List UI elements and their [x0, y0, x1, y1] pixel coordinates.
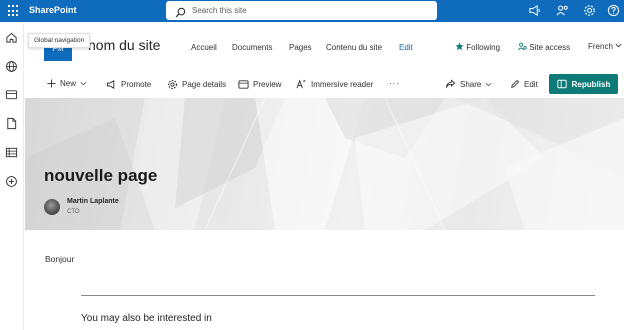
app-launcher-icon[interactable]: [8, 5, 20, 17]
people-settings-icon: [518, 42, 527, 51]
people-icon[interactable]: [556, 4, 570, 18]
new-label: New: [60, 79, 77, 88]
promote-button[interactable]: Promote: [106, 79, 151, 90]
suite-bar: SharePoint Search this site: [0, 0, 624, 22]
immersive-reader-button[interactable]: Immersive reader: [296, 79, 373, 90]
edit-button[interactable]: Edit: [510, 79, 538, 89]
title-banner-image: [25, 98, 624, 230]
site-access-button[interactable]: Site access: [518, 42, 570, 52]
language-label: French: [588, 42, 613, 51]
republish-button[interactable]: Republish: [549, 74, 618, 94]
document-icon[interactable]: [5, 117, 19, 131]
author-name[interactable]: Martin Laplante: [67, 198, 119, 205]
news-icon[interactable]: [5, 88, 19, 102]
search-icon: [175, 5, 186, 23]
gear-icon: [168, 80, 177, 89]
body-text[interactable]: Bonjour: [45, 254, 74, 264]
preview-button[interactable]: Preview: [238, 79, 281, 90]
share-button[interactable]: Share: [445, 79, 492, 90]
chevron-down-icon: [80, 81, 87, 86]
share-label: Share: [460, 80, 482, 89]
follow-label: Following: [466, 43, 501, 52]
pencil-icon: [511, 79, 520, 88]
nav-edit-link[interactable]: Edit: [399, 43, 413, 52]
nav-link-site-contents[interactable]: Contenu du site: [326, 43, 382, 52]
author-role: CTO: [67, 209, 80, 215]
nav-link-accueil[interactable]: Accueil: [191, 43, 217, 52]
republish-label: Republish: [571, 79, 611, 89]
page-details-button[interactable]: Page details: [167, 79, 226, 90]
nav-link-documents[interactable]: Documents: [232, 43, 272, 52]
divider: [81, 295, 595, 296]
help-icon[interactable]: [607, 4, 621, 18]
promote-label: Promote: [121, 80, 152, 89]
left-rail: [0, 22, 24, 330]
share-icon: [445, 79, 456, 88]
search-placeholder: Search this site: [192, 6, 247, 15]
follow-button[interactable]: Following: [455, 42, 500, 52]
immersive-reader-icon: [296, 79, 306, 89]
author-avatar[interactable]: [44, 199, 60, 215]
plus-icon: [47, 79, 56, 88]
home-icon[interactable]: [5, 31, 19, 45]
megaphone-icon[interactable]: [528, 4, 542, 18]
add-circle-icon[interactable]: [5, 175, 19, 189]
page-details-label: Page details: [182, 80, 227, 89]
nav-link-pages[interactable]: Pages: [289, 43, 312, 52]
edit-label: Edit: [524, 79, 538, 89]
page-title[interactable]: nouvelle page: [44, 166, 157, 186]
search-input[interactable]: Search this site: [166, 1, 437, 20]
list-icon[interactable]: [5, 146, 19, 160]
megaphone-icon: [106, 80, 115, 89]
star-icon: [455, 42, 464, 51]
banner-architecture-graphic: [25, 98, 624, 230]
gear-icon[interactable]: [583, 4, 597, 18]
globe-icon[interactable]: [5, 60, 19, 74]
chevron-down-icon: [485, 82, 492, 87]
site-access-label: Site access: [529, 43, 571, 52]
related-heading: You may also be interested in: [81, 313, 212, 324]
immersive-reader-label: Immersive reader: [311, 80, 374, 89]
preview-icon: [238, 80, 249, 89]
new-button[interactable]: New: [47, 79, 87, 88]
global-navigation-tooltip: Global navigation: [28, 33, 91, 48]
preview-label: Preview: [253, 80, 282, 89]
brand-label[interactable]: SharePoint: [29, 5, 77, 15]
site-title[interactable]: nom du site: [88, 37, 160, 53]
more-options-button[interactable]: ···: [389, 79, 400, 88]
chevron-down-icon: [615, 43, 622, 48]
language-selector[interactable]: French: [588, 42, 622, 51]
republish-icon: [557, 79, 567, 89]
